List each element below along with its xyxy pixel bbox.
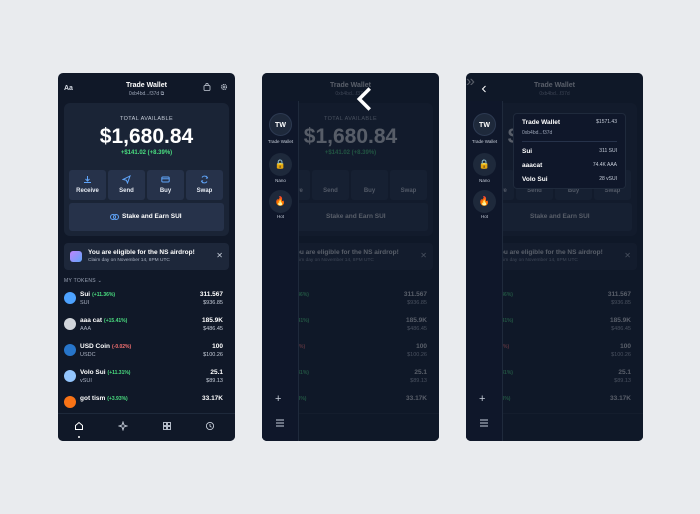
grid-icon[interactable] <box>162 421 172 431</box>
sui-icon <box>64 292 76 304</box>
sparkle-icon[interactable] <box>118 421 128 431</box>
popup-wallet-total: $1571.43 <box>596 119 617 125</box>
wallet-rail: TW Trade Wallet 🔒 Nano 🔥 Hot + <box>262 101 299 441</box>
wallet-preview-screen: Trade Wallet 0xb4bd...f37d TOTAL AVAILAB… <box>466 73 643 441</box>
home-icon[interactable] <box>74 421 84 431</box>
volo-icon <box>64 370 76 382</box>
swap-icon <box>200 175 209 184</box>
wallet-avatar-trade[interactable]: TW <box>473 113 496 136</box>
receive-icon <box>84 176 91 183</box>
divider <box>522 141 617 142</box>
popup-wallet-address: 0xb4bd...f37d <box>522 130 553 136</box>
back-arrow-icon[interactable] <box>480 85 488 93</box>
buy-button[interactable]: Buy <box>147 170 184 200</box>
chevron-down-icon: ⌄ <box>97 278 103 284</box>
back-arrow-icon[interactable] <box>276 85 439 113</box>
total-available-label: TOTAL AVAILABLE <box>119 116 174 122</box>
coins-icon <box>110 214 119 220</box>
card-icon <box>161 176 170 183</box>
token-row[interactable]: Sui (+11.36%) SUI 311.567 $936.85 <box>64 288 229 312</box>
list-icon[interactable] <box>479 419 489 427</box>
lock-icon[interactable]: 🔒 <box>269 153 292 176</box>
add-wallet-icon[interactable]: + <box>275 393 281 405</box>
usdc-icon <box>64 344 76 356</box>
send-icon <box>122 175 131 184</box>
wallet-avatar-trade[interactable]: TW <box>269 113 292 136</box>
token-row[interactable]: USD Coin (-0.02%) USDC 100 $100.26 <box>64 340 229 364</box>
lock-icon[interactable]: 🔒 <box>473 153 496 176</box>
active-indicator <box>78 436 80 438</box>
popup-token-row: aaacat 74.4K AAA <box>522 162 617 169</box>
bag-icon[interactable] <box>203 83 211 91</box>
banner-title: You are eligible for the NS airdrop! <box>88 249 195 256</box>
token-row[interactable]: Volo Sui (+11.31%) vSUI 25.1 $89.13 <box>64 366 229 390</box>
total-balance: $1,680.84 <box>99 125 194 148</box>
wallet-preview-popup[interactable]: Trade Wallet $1571.43 0xb4bd...f37d Sui … <box>513 113 626 189</box>
wallet-switcher-screen: Trade Wallet 0xb4bd...f37d TOTAL AVAILAB… <box>262 73 439 441</box>
gear-icon[interactable] <box>220 83 228 91</box>
send-button[interactable]: Send <box>108 170 145 200</box>
wallet-address[interactable]: 0xb4bd...f37d ⧉ <box>58 91 235 97</box>
list-icon[interactable] <box>275 419 285 427</box>
fire-icon[interactable]: 🔥 <box>473 190 496 213</box>
close-icon[interactable]: ✕ <box>216 251 223 260</box>
copy-icon[interactable]: ⧉ <box>161 91 165 97</box>
popup-token-row: Volo Sui 28 vSUI <box>522 176 617 183</box>
airdrop-banner[interactable]: You are eligible for the NS airdrop! Cla… <box>64 243 229 270</box>
stake-button[interactable]: Stake and Earn SUI <box>69 203 224 231</box>
swap-button[interactable]: Swap <box>186 170 223 200</box>
wallet-rail: TW Trade Wallet 🔒 Nano 🔥 Hot + <box>466 101 503 441</box>
add-wallet-icon[interactable]: + <box>479 393 485 405</box>
balance-change: +$141.02 (+8.39%) <box>120 150 173 156</box>
token-row[interactable]: aaa cat (+15.41%) AAA 185.9K $486.45 <box>64 314 229 338</box>
history-icon[interactable] <box>205 421 215 431</box>
tism-icon <box>64 396 76 408</box>
my-tokens-label[interactable]: MY TOKENS ⌄ <box>64 278 102 284</box>
banner-subtitle: Claim day on November 14, 8PM UTC <box>88 258 170 263</box>
cat-icon <box>64 318 76 330</box>
popup-wallet-name: Trade Wallet <box>522 119 561 126</box>
popup-token-row: Sui 311 SUI <box>522 148 617 155</box>
balance-card: TOTAL AVAILABLE $1,680.84 +$141.02 (+8.3… <box>64 103 229 236</box>
receive-button[interactable]: Receive <box>69 170 106 200</box>
header: Aa Trade Wallet 0xb4bd...f37d ⧉ <box>58 73 235 101</box>
wallet-screen: Aa Trade Wallet 0xb4bd...f37d ⧉ TOTAL AV… <box>58 73 235 441</box>
fire-icon[interactable]: 🔥 <box>269 190 292 213</box>
airdrop-icon <box>70 251 82 262</box>
bottom-nav <box>58 413 235 441</box>
